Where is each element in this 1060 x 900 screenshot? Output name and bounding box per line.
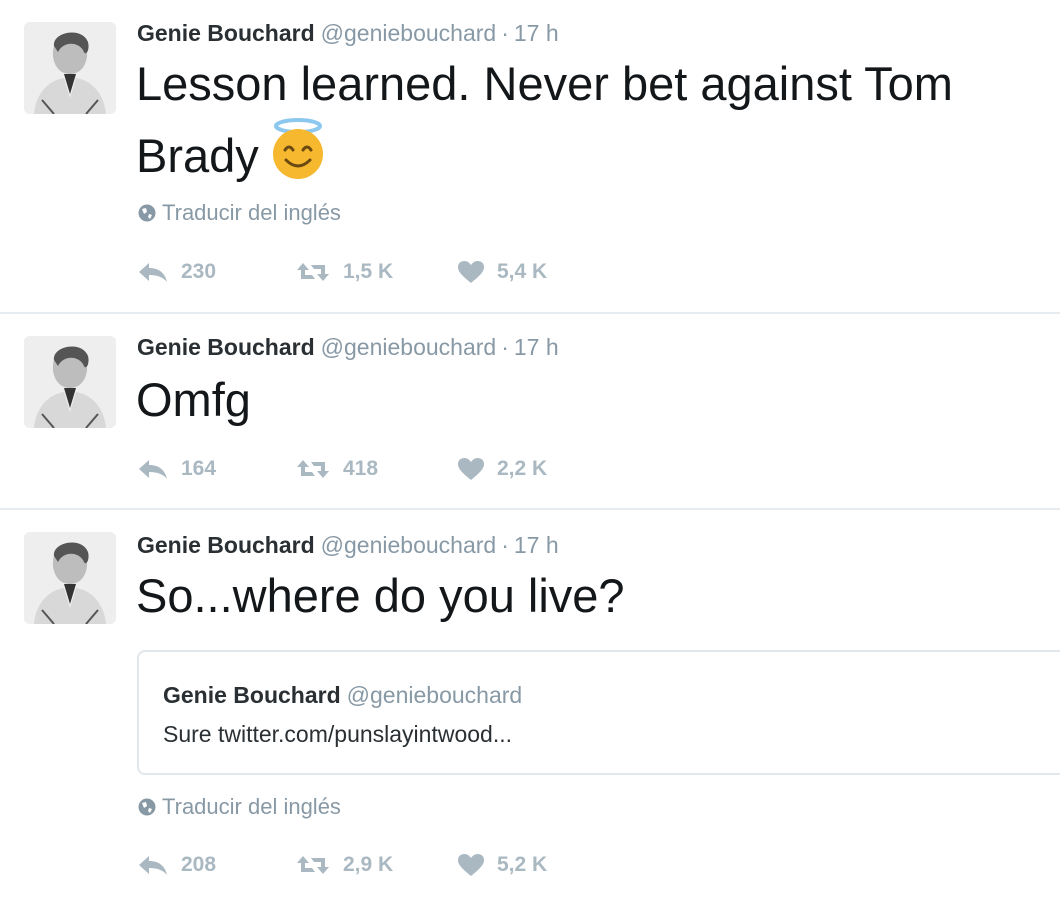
like-count: 2,2 K [497, 457, 548, 480]
tweet-text-content: Lesson learned. Never bet against Tom Br… [136, 57, 953, 182]
separator: · [501, 20, 509, 46]
retweet-count: 1,5 K [343, 260, 394, 283]
translate-label: Traducir del inglés [162, 794, 341, 819]
reply-button[interactable]: 164 [137, 454, 216, 484]
quoted-tweet[interactable]: Genie Bouchard @geniebouchard Sure twitte… [137, 650, 1060, 775]
avatar[interactable] [24, 532, 116, 624]
tweet-header: Genie Bouchard @geniebouchard · 17 h [137, 532, 559, 558]
reply-button[interactable]: 208 [137, 850, 216, 880]
reply-count: 164 [181, 457, 217, 480]
reply-button[interactable]: 230 [137, 257, 216, 287]
like-count: 5,4 K [497, 260, 548, 283]
retweet-button[interactable]: 2,9 K [295, 850, 393, 880]
reply-count: 208 [181, 853, 217, 876]
timestamp[interactable]: 17 h [514, 334, 559, 360]
heart-icon [458, 854, 484, 876]
globe-icon [138, 798, 156, 816]
tweet-2[interactable]: Genie Bouchard @geniebouchard · 17 h Omfg 1… [0, 314, 1060, 508]
retweet-icon [297, 263, 329, 281]
quoted-tweet-text: Sure twitter.com/punslayintwood... [163, 721, 512, 747]
timestamp[interactable]: 17 h [514, 20, 559, 46]
heart-icon [458, 261, 484, 283]
heart-icon [458, 458, 484, 480]
tweet-header: Genie Bouchard @geniebouchard · 17 h [137, 334, 559, 360]
like-button[interactable]: 2,2 K [457, 454, 547, 484]
reply-icon [139, 856, 167, 875]
quoted-tweet-header: Genie Bouchard @geniebouchard [163, 682, 522, 708]
avatar[interactable] [24, 22, 116, 114]
tweet-text: Omfg [136, 373, 251, 426]
retweet-icon [297, 856, 329, 874]
author-handle[interactable]: @geniebouchard [321, 20, 497, 46]
retweet-button[interactable]: 418 [295, 454, 378, 484]
tweet-text: Lesson learned. Never bet against Tom Br… [136, 50, 1046, 190]
reply-icon [139, 263, 167, 282]
reply-count: 230 [181, 260, 217, 283]
like-count: 5,2 K [497, 853, 548, 876]
like-button[interactable]: 5,2 K [457, 850, 547, 880]
quoted-author-name: Genie Bouchard [163, 682, 341, 708]
tweet-header: Genie Bouchard @geniebouchard · 17 h [137, 20, 559, 46]
separator: · [501, 532, 509, 558]
reply-icon [139, 460, 167, 479]
avatar[interactable] [24, 336, 116, 428]
separator: · [501, 334, 509, 360]
timestamp[interactable]: 17 h [514, 532, 559, 558]
retweet-icon [297, 460, 329, 478]
globe-icon [138, 204, 156, 222]
retweet-count: 2,9 K [343, 853, 394, 876]
smiling-face-with-halo-icon [272, 118, 323, 179]
translate-link[interactable]: Traducir del inglés [137, 200, 341, 226]
author-handle[interactable]: @geniebouchard [321, 334, 497, 360]
tweet-1[interactable]: Genie Bouchard @geniebouchard · 17 h Lesson… [0, 0, 1060, 312]
author-handle[interactable]: @geniebouchard [321, 532, 497, 558]
translate-link[interactable]: Traducir del inglés [137, 794, 341, 820]
like-button[interactable]: 5,4 K [457, 257, 547, 287]
retweet-button[interactable]: 1,5 K [295, 257, 393, 287]
retweet-count: 418 [343, 457, 379, 480]
translate-label: Traducir del inglés [162, 200, 341, 225]
quoted-author-handle: @geniebouchard [346, 682, 523, 708]
author-name[interactable]: Genie Bouchard [137, 532, 315, 558]
author-name[interactable]: Genie Bouchard [137, 334, 315, 360]
author-name[interactable]: Genie Bouchard [137, 20, 315, 46]
tweet-text: So...where do you live? [136, 569, 625, 622]
